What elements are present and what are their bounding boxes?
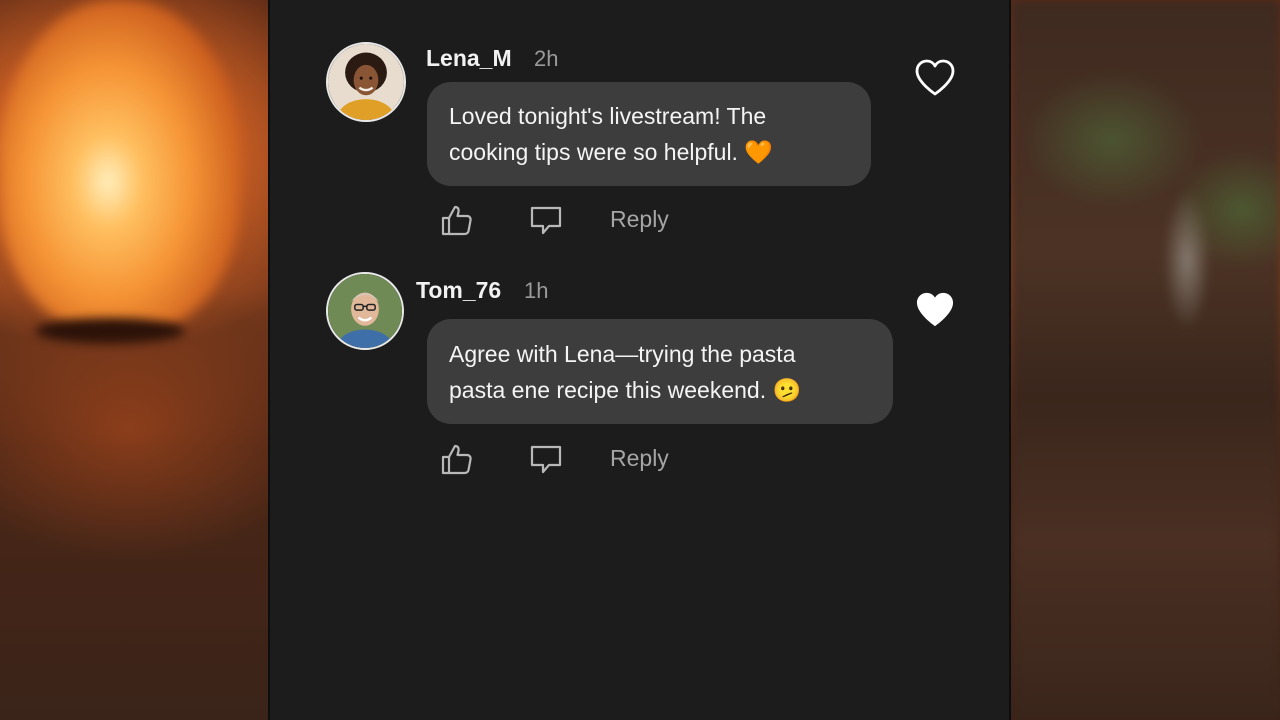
salt-lamp-glow [0, 0, 240, 330]
heart-filled-icon[interactable] [915, 291, 955, 329]
username[interactable]: Tom_76 [416, 277, 501, 304]
reply-button[interactable]: Reply [610, 445, 669, 472]
avatar[interactable] [326, 272, 404, 350]
comment-bubble: Agree with Lena—trying the pasta pasta e… [427, 319, 893, 424]
timestamp: 1h [524, 278, 549, 303]
comment-item: Tom_76 1h Agree with Lena—trying the pas… [270, 0, 1013, 500]
thumbs-up-icon[interactable] [440, 442, 474, 476]
background-plants [1012, 0, 1280, 720]
comment-bubble-icon[interactable] [529, 442, 563, 476]
comment-text: Agree with Lena—trying the pasta pasta e… [449, 340, 802, 403]
phone-screen: Lena_M 2h Loved tonight's livestream! Th… [268, 0, 1011, 720]
salt-lamp-base [35, 318, 185, 344]
